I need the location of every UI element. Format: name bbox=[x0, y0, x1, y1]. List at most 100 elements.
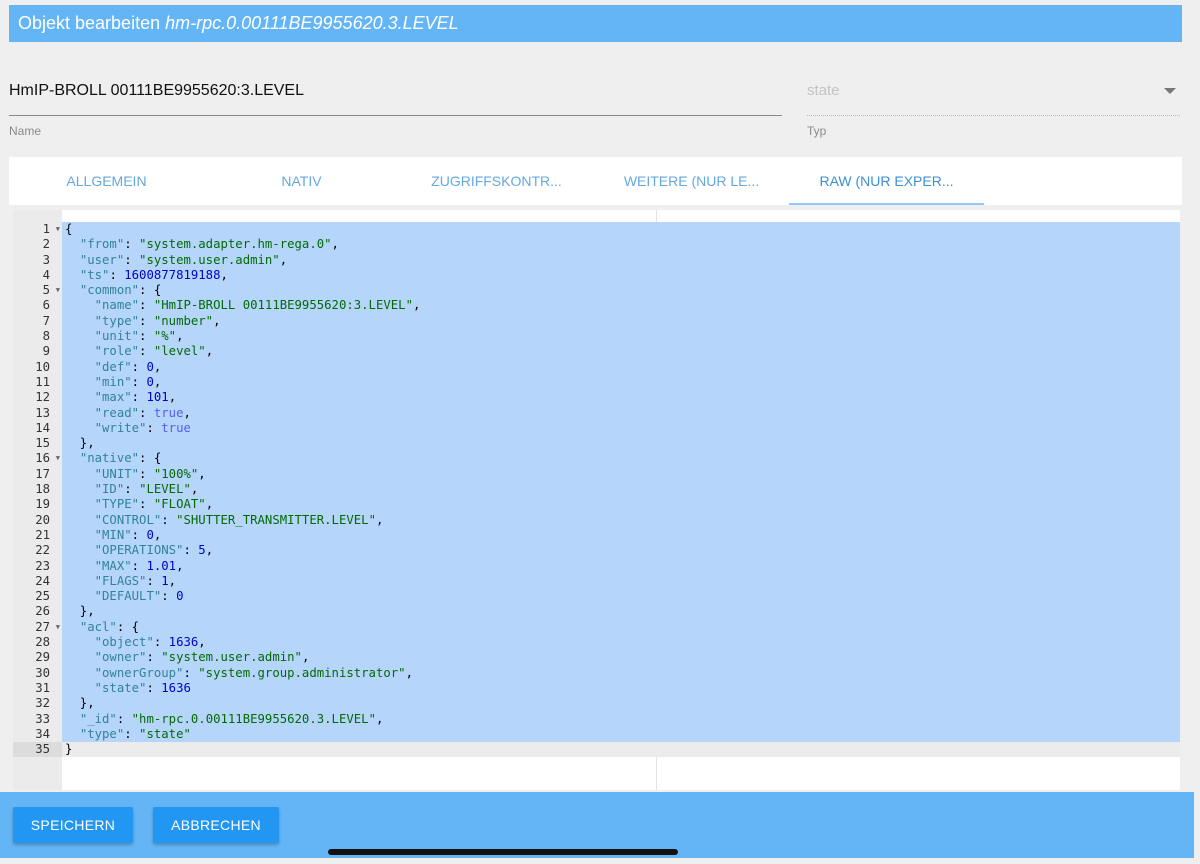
code-lines[interactable]: 1 ▼{2 "from": "system.adapter.hm-rega.0",… bbox=[13, 222, 1180, 758]
code-text[interactable]: "from": "system.adapter.hm-rega.0", bbox=[62, 237, 1180, 253]
fold-toggle-icon[interactable]: ▼ bbox=[56, 283, 60, 298]
tab-weitere[interactable]: WEITERE (NUR LE... bbox=[594, 157, 789, 205]
code-line[interactable]: 19 "TYPE": "FLOAT", bbox=[13, 497, 1180, 513]
line-number: 18 bbox=[35, 482, 50, 497]
code-text[interactable]: "acl": { bbox=[62, 619, 1180, 636]
code-line[interactable]: 30 "ownerGroup": "system.group.administr… bbox=[13, 665, 1180, 681]
code-text[interactable]: "MIN": 0, bbox=[62, 527, 1180, 544]
code-line[interactable]: 29 "owner": "system.user.admin", bbox=[13, 650, 1180, 666]
code-line[interactable]: 13 "read": true, bbox=[13, 405, 1180, 421]
code-text[interactable]: }, bbox=[62, 604, 1180, 620]
code-line[interactable]: 26 }, bbox=[13, 604, 1180, 620]
code-line[interactable]: 5 ▼ "common": { bbox=[13, 283, 1180, 299]
code-text[interactable]: "state": 1636 bbox=[62, 680, 1180, 697]
code-line[interactable]: 10 "def": 0, bbox=[13, 359, 1180, 375]
code-text[interactable]: "native": { bbox=[62, 451, 1180, 467]
code-line[interactable]: 18 "ID": "LEVEL", bbox=[13, 482, 1180, 498]
code-line[interactable]: 16 ▼ "native": { bbox=[13, 451, 1180, 467]
code-text[interactable]: "_id": "hm-rpc.0.00111BE9955620.3.LEVEL"… bbox=[62, 711, 1180, 727]
home-indicator[interactable] bbox=[328, 849, 678, 855]
code-line[interactable]: 17 "UNIT": "100%", bbox=[13, 466, 1180, 483]
line-number: 32 bbox=[35, 696, 50, 711]
line-number: 34 bbox=[35, 726, 50, 741]
code-line[interactable]: 8 "unit": "%", bbox=[13, 329, 1180, 345]
dropdown-arrow-icon[interactable] bbox=[1164, 88, 1176, 94]
code-text[interactable]: "read": true, bbox=[62, 405, 1180, 421]
code-text[interactable]: "type": "state" bbox=[62, 726, 1180, 743]
code-text[interactable]: } bbox=[62, 742, 1180, 758]
code-line[interactable]: 2 "from": "system.adapter.hm-rega.0", bbox=[13, 237, 1180, 253]
name-input-value[interactable]: HmIP-BROLL 00111BE9955620:3.LEVEL bbox=[9, 82, 304, 100]
code-line[interactable]: 3 "user": "system.user.admin", bbox=[13, 252, 1180, 268]
line-number: 8 bbox=[42, 329, 50, 344]
cancel-button[interactable]: ABBRECHEN bbox=[153, 807, 279, 843]
name-label: Name bbox=[9, 124, 42, 138]
tab-zugriffskontrolle[interactable]: ZUGRIFFSKONTR... bbox=[399, 157, 594, 205]
code-text[interactable]: "common": { bbox=[62, 283, 1180, 299]
tab-nativ[interactable]: NATIV bbox=[204, 157, 399, 205]
code-line[interactable]: 23 "MAX": 1.01, bbox=[13, 558, 1180, 574]
code-text[interactable]: "type": "number", bbox=[62, 313, 1180, 330]
code-text[interactable]: "ts": 1600877819188, bbox=[62, 267, 1180, 284]
json-code-editor[interactable]: 1 ▼{2 "from": "system.adapter.hm-rega.0",… bbox=[13, 210, 1180, 790]
code-text[interactable]: "MAX": 1.01, bbox=[62, 558, 1180, 574]
code-line[interactable]: 14 "write": true bbox=[13, 420, 1180, 437]
line-number: 6 bbox=[42, 298, 50, 313]
save-button[interactable]: SPEICHERN bbox=[13, 807, 133, 843]
code-line[interactable]: 9 "role": "level", bbox=[13, 344, 1180, 360]
code-line[interactable]: 31 "state": 1636 bbox=[13, 680, 1180, 697]
tab-allgemein[interactable]: ALLGEMEIN bbox=[9, 157, 204, 205]
code-line[interactable]: 20 "CONTROL": "SHUTTER_TRANSMITTER.LEVEL… bbox=[13, 512, 1180, 528]
code-line[interactable]: 24 "FLAGS": 1, bbox=[13, 573, 1180, 590]
code-text[interactable]: "write": true bbox=[62, 420, 1180, 437]
type-select[interactable]: state bbox=[807, 72, 1180, 116]
fold-toggle-icon[interactable]: ▼ bbox=[56, 222, 60, 237]
fold-toggle-icon[interactable]: ▼ bbox=[56, 451, 60, 466]
code-text[interactable]: "max": 101, bbox=[62, 390, 1180, 406]
code-text[interactable]: "OPERATIONS": 5, bbox=[62, 543, 1180, 559]
code-text[interactable]: }, bbox=[62, 696, 1180, 712]
code-text[interactable]: "FLAGS": 1, bbox=[62, 573, 1180, 590]
code-text[interactable]: { bbox=[62, 222, 1180, 238]
code-line[interactable]: 34 "type": "state" bbox=[13, 726, 1180, 743]
code-text[interactable]: "min": 0, bbox=[62, 374, 1180, 391]
code-line[interactable]: 35} bbox=[13, 742, 1180, 758]
code-text[interactable]: "role": "level", bbox=[62, 344, 1180, 360]
code-line[interactable]: 7 "type": "number", bbox=[13, 313, 1180, 330]
code-line[interactable]: 22 "OPERATIONS": 5, bbox=[13, 543, 1180, 559]
code-text[interactable]: "name": "HmIP-BROLL 00111BE9955620:3.LEV… bbox=[62, 298, 1180, 314]
code-line[interactable]: 1 ▼{ bbox=[13, 222, 1180, 238]
code-line[interactable]: 28 "object": 1636, bbox=[13, 635, 1180, 651]
code-line[interactable]: 25 "DEFAULT": 0 bbox=[13, 589, 1180, 605]
line-number: 29 bbox=[35, 650, 50, 665]
name-input[interactable]: HmIP-BROLL 00111BE9955620:3.LEVEL bbox=[9, 72, 782, 116]
line-number: 35 bbox=[13, 742, 62, 758]
code-line[interactable]: 11 "min": 0, bbox=[13, 374, 1180, 391]
code-text[interactable]: "user": "system.user.admin", bbox=[62, 252, 1180, 268]
title-object-id: hm-rpc.0.00111BE9955620.3.LEVEL bbox=[165, 13, 459, 33]
line-number: 13 bbox=[35, 405, 50, 420]
code-text[interactable]: "TYPE": "FLOAT", bbox=[62, 497, 1180, 513]
code-text[interactable]: "UNIT": "100%", bbox=[62, 466, 1180, 483]
code-text[interactable]: "ID": "LEVEL", bbox=[62, 482, 1180, 498]
line-number: 17 bbox=[35, 466, 50, 481]
code-text[interactable]: "def": 0, bbox=[62, 359, 1180, 375]
code-text[interactable]: "owner": "system.user.admin", bbox=[62, 650, 1180, 666]
code-line[interactable]: 4 "ts": 1600877819188, bbox=[13, 267, 1180, 284]
fold-toggle-icon[interactable]: ▼ bbox=[56, 620, 60, 635]
code-text[interactable]: "DEFAULT": 0 bbox=[62, 589, 1180, 605]
code-text[interactable]: "unit": "%", bbox=[62, 329, 1180, 345]
code-line[interactable]: 6 "name": "HmIP-BROLL 00111BE9955620:3.L… bbox=[13, 298, 1180, 314]
code-line[interactable]: 32 }, bbox=[13, 696, 1180, 712]
code-text[interactable]: "CONTROL": "SHUTTER_TRANSMITTER.LEVEL", bbox=[62, 512, 1180, 528]
code-line[interactable]: 21 "MIN": 0, bbox=[13, 527, 1180, 544]
code-line[interactable]: 15 }, bbox=[13, 436, 1180, 452]
code-line[interactable]: 33 "_id": "hm-rpc.0.00111BE9955620.3.LEV… bbox=[13, 711, 1180, 727]
code-text[interactable]: "object": 1636, bbox=[62, 635, 1180, 651]
code-text[interactable]: "ownerGroup": "system.group.administrato… bbox=[62, 665, 1180, 681]
code-line[interactable]: 27 ▼ "acl": { bbox=[13, 619, 1180, 636]
code-line[interactable]: 12 "max": 101, bbox=[13, 390, 1180, 406]
tab-raw[interactable]: RAW (NUR EXPER... bbox=[789, 157, 984, 205]
line-number: 33 bbox=[35, 711, 50, 726]
code-text[interactable]: }, bbox=[62, 436, 1180, 452]
